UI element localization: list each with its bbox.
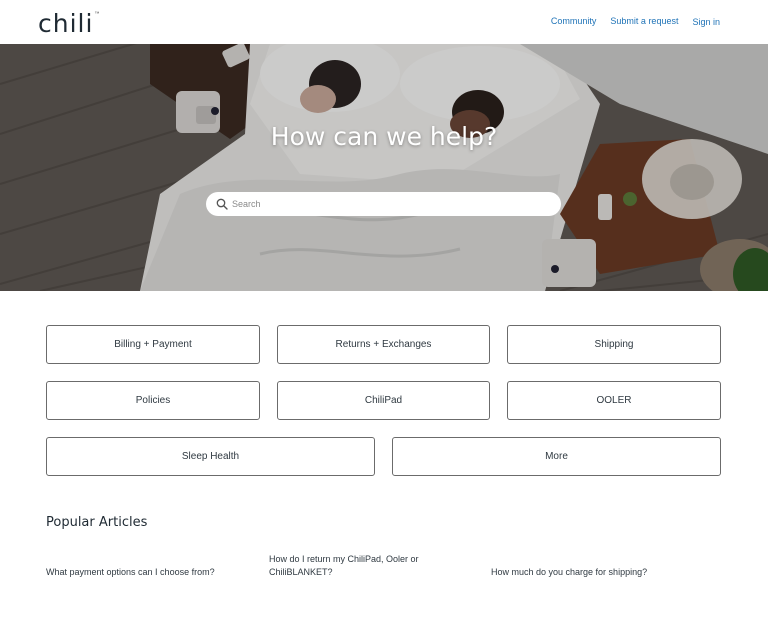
category-more-button[interactable]: More bbox=[392, 437, 721, 476]
logo-trademark: ™ bbox=[94, 11, 100, 17]
nav-community-link[interactable]: Community bbox=[551, 16, 597, 27]
category-returns-exchanges-button[interactable]: Returns + Exchanges bbox=[277, 325, 490, 364]
nav-submit-request-link[interactable]: Submit a request bbox=[610, 16, 678, 27]
hero-title: How can we help? bbox=[270, 122, 498, 151]
site-header: chili ™ Community Submit a request Sign … bbox=[0, 0, 768, 44]
chili-logo[interactable]: chili ™ bbox=[38, 8, 99, 36]
hero-background-image bbox=[0, 44, 768, 291]
hero-banner: How can we help? bbox=[0, 44, 768, 291]
nav-sign-in-link[interactable]: Sign in bbox=[692, 17, 720, 27]
logo-text: chili bbox=[38, 9, 94, 38]
category-sleep-health-button[interactable]: Sleep Health bbox=[46, 437, 375, 476]
category-policies-button[interactable]: Policies bbox=[46, 381, 260, 420]
search-bar[interactable] bbox=[206, 192, 561, 216]
category-billing-payment-button[interactable]: Billing + Payment bbox=[46, 325, 260, 364]
category-ooler-button[interactable]: OOLER bbox=[507, 381, 721, 420]
article-link-payment-options[interactable]: What payment options can I choose from? bbox=[46, 566, 246, 579]
search-input[interactable] bbox=[232, 199, 552, 209]
popular-articles-heading: Popular Articles bbox=[46, 515, 148, 530]
category-chilipad-button[interactable]: ChiliPad bbox=[277, 381, 490, 420]
top-nav: Community Submit a request Sign in bbox=[537, 16, 720, 27]
category-shipping-button[interactable]: Shipping bbox=[507, 325, 721, 364]
article-link-shipping-cost[interactable]: How much do you charge for shipping? bbox=[491, 566, 691, 579]
article-link-return-products[interactable]: How do I return my ChiliPad, Ooler or Ch… bbox=[269, 553, 439, 579]
search-icon bbox=[216, 198, 228, 210]
